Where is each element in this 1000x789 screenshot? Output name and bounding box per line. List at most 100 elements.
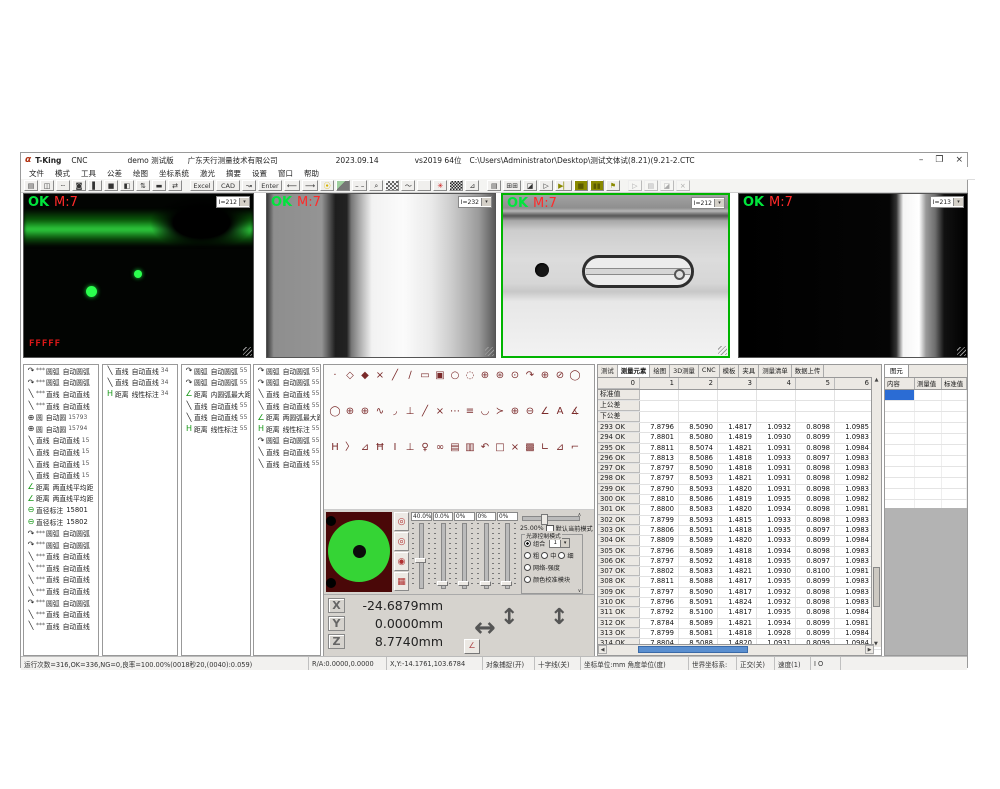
ring-mode-button[interactable]: ◉ [394, 552, 409, 571]
list-item[interactable]: ⊖直径标注15802 [24, 516, 98, 528]
ring-light-preview[interactable] [326, 512, 392, 592]
level-radio-1[interactable] [524, 552, 531, 559]
light-channel-slider[interactable]: 0% [454, 512, 475, 592]
camera-view-2[interactable]: OKM:7I=232▾ [266, 193, 496, 358]
table-cell[interactable]: 1.0930 [757, 433, 796, 442]
scrollbar-thumb[interactable] [638, 646, 748, 653]
table-cell[interactable]: 7.8809 [640, 536, 679, 545]
row-label[interactable]: 311 OK [598, 608, 640, 617]
detail-cell[interactable] [885, 390, 915, 400]
table-cell[interactable]: 1.4821 [718, 567, 757, 576]
table-cell[interactable] [679, 401, 718, 411]
list-item[interactable]: ╲直线自动直线15 [24, 458, 98, 470]
table-cell[interactable]: 7.8800 [640, 505, 679, 514]
detail-cell[interactable] [885, 434, 915, 444]
play-button[interactable]: ▷ [539, 180, 553, 191]
detail-column-header[interactable]: 标准值 [942, 378, 967, 389]
row-label[interactable]: 上公差 [598, 401, 640, 411]
detail-cell[interactable] [915, 423, 942, 433]
tool-icon[interactable]: ◡ [478, 405, 492, 419]
dash-button[interactable]: – – [352, 180, 367, 191]
ring-mode-button[interactable]: ◎ [394, 532, 409, 551]
table-cell[interactable]: 1.0983 [835, 485, 874, 494]
table-cell[interactable]: 1.0983 [835, 516, 874, 525]
table-cell[interactable]: 1.4817 [718, 588, 757, 597]
column-header[interactable]: 0 [598, 378, 640, 389]
list-item[interactable]: ↷圆弧自动圆弧55 [182, 377, 250, 389]
chevron-down-icon[interactable]: ▾ [953, 198, 963, 206]
resize-grip[interactable] [957, 347, 966, 356]
table-cell[interactable] [640, 401, 679, 411]
table-cell[interactable]: 1.4821 [718, 474, 757, 483]
menu-item[interactable]: 工具 [81, 168, 96, 179]
level-radio-3[interactable] [558, 552, 565, 559]
row-label[interactable]: 310 OK [598, 598, 640, 607]
slider-thumb[interactable] [415, 558, 426, 563]
table-tab[interactable]: 数据上传 [792, 365, 825, 377]
row-label[interactable]: 304 OK [598, 536, 640, 545]
detail-row[interactable] [885, 489, 967, 500]
qr-button[interactable] [449, 180, 463, 191]
chart-button[interactable]: ⊿ [465, 180, 479, 191]
camera-view-1[interactable]: FFFFFOKM:7I=212▾ [23, 193, 254, 358]
chevron-down-icon[interactable]: ▾ [714, 199, 724, 207]
tool-icon[interactable]: × [508, 441, 522, 455]
tool-icon[interactable]: ╱ [418, 405, 432, 419]
list-item[interactable]: H距离线性标注34 [103, 388, 177, 400]
table-cell[interactable]: 1.0984 [835, 536, 874, 545]
table-cell[interactable]: 0.8098 [796, 516, 835, 525]
table-tab[interactable]: 模板 [720, 365, 740, 377]
tool-icon[interactable]: ⊖ [523, 405, 537, 419]
table-cell[interactable]: 1.4817 [718, 608, 757, 617]
menu-item[interactable]: 激光 [200, 168, 215, 179]
table-cell[interactable]: 8.5086 [679, 454, 718, 463]
table-cell[interactable]: 0.8098 [796, 505, 835, 514]
table-cell[interactable]: 1.0983 [835, 588, 874, 597]
table-cell[interactable]: 8.5089 [679, 619, 718, 628]
detail-cell[interactable] [885, 478, 915, 488]
table-cell[interactable]: 1.0934 [757, 505, 796, 514]
row-label[interactable]: 下公差 [598, 412, 640, 422]
resize-grip[interactable] [718, 346, 727, 355]
tool-icon[interactable]: ∕ [403, 369, 417, 383]
tool-icon[interactable]: ⊕ [343, 405, 357, 419]
list-item[interactable]: ↷***圆弧自动圆弧 [24, 365, 98, 377]
table-cell[interactable]: 7.8810 [640, 495, 679, 504]
detail-cell[interactable] [915, 478, 942, 488]
table-cell[interactable]: 8.5100 [679, 608, 718, 617]
table-cell[interactable]: 7.8790 [640, 485, 679, 494]
list-item[interactable]: ╲***直线自动直线 [24, 620, 98, 632]
table-cell[interactable]: 1.0984 [835, 444, 874, 453]
menu-item[interactable]: 设置 [252, 168, 267, 179]
stop-button[interactable]: ■ [574, 180, 588, 191]
table-cell[interactable]: 1.0932 [757, 598, 796, 607]
menu-item[interactable]: 绘图 [133, 168, 148, 179]
curve-button[interactable]: 〜 [401, 180, 415, 191]
row-label[interactable]: 309 OK [598, 588, 640, 597]
table-cell[interactable] [796, 401, 835, 411]
menu-item[interactable]: 帮助 [304, 168, 319, 179]
list-item[interactable]: H距离线性标注55 [254, 423, 320, 435]
list-item[interactable]: ∠距离两圆弧最大距 [254, 411, 320, 423]
table-cell[interactable]: 1.0983 [835, 598, 874, 607]
tool-icon[interactable]: ∡ [568, 405, 582, 419]
table-cell[interactable]: 1.0983 [835, 557, 874, 566]
minimize-button[interactable]: – [919, 155, 924, 165]
table-vertical-scrollbar[interactable]: ▲▼ [871, 377, 881, 647]
slider-track[interactable] [441, 523, 446, 589]
slider-track[interactable] [462, 523, 467, 589]
detail-cell[interactable] [915, 489, 942, 499]
row-label[interactable]: 303 OK [598, 526, 640, 535]
row-label[interactable]: 294 OK [598, 433, 640, 442]
tool-icon[interactable]: ▤ [448, 441, 462, 455]
table-cell[interactable]: 1.0985 [835, 423, 874, 432]
list-item[interactable]: ╲直线自动直线55 [182, 400, 250, 412]
tool-icon[interactable]: ↷ [523, 369, 537, 383]
row-label[interactable]: 296 OK [598, 454, 640, 463]
list-item[interactable]: ╲***直线自动直线 [24, 551, 98, 563]
detail-cell[interactable] [942, 467, 967, 477]
table-cell[interactable]: 1.0934 [757, 619, 796, 628]
table-cell[interactable]: 8.5083 [679, 567, 718, 576]
table-cell[interactable]: 7.8796 [640, 423, 679, 432]
slider-thumb[interactable] [480, 581, 491, 586]
